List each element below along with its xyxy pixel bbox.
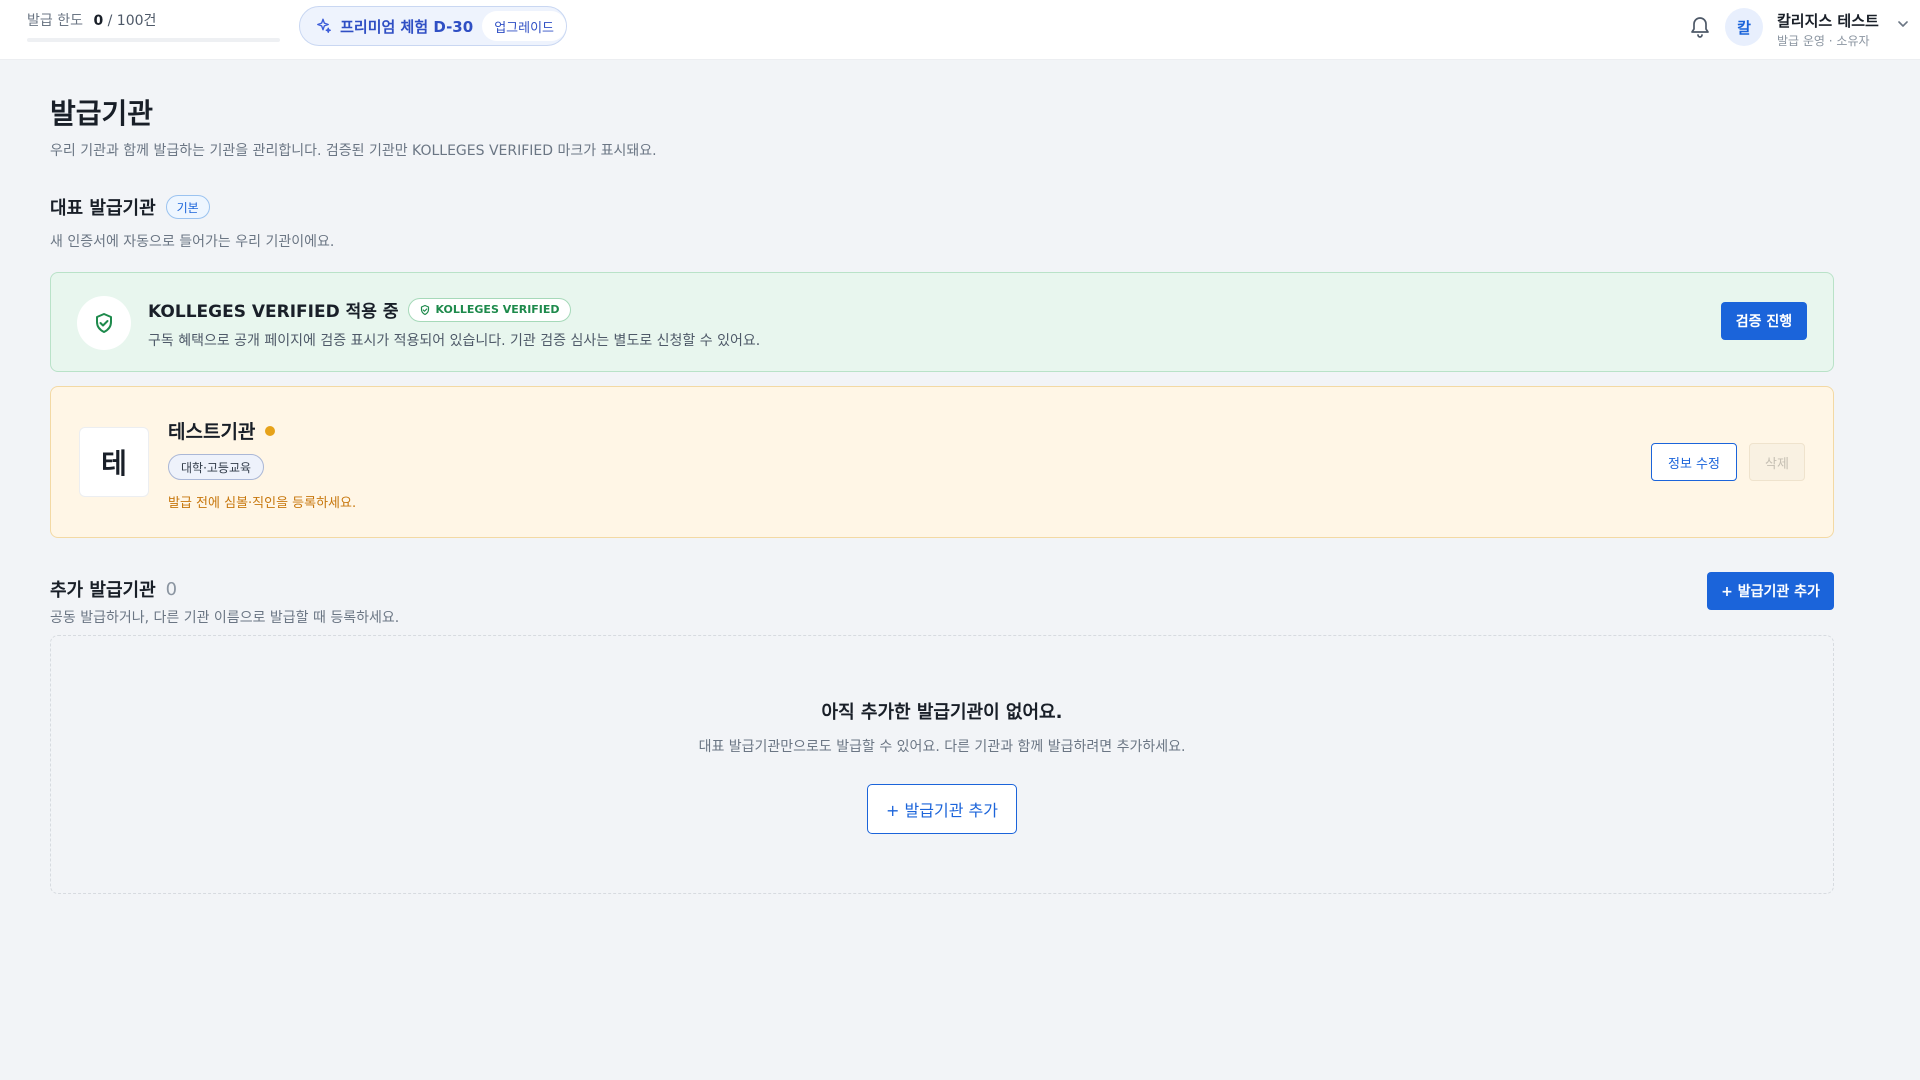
status-dot [265,425,276,436]
additional-issuers-heading: 추가 발급기관 0 [50,576,177,602]
verified-badge: KOLLEGES VERIFIED [408,297,571,322]
verified-description: 구독 혜택으로 공개 페이지에 검증 표시가 적용되어 있습니다. 기관 검증 … [148,333,761,349]
primary-issuer-description: 새 인증서에 자동으로 들어가는 우리 기관이에요. [50,234,335,250]
bell-icon[interactable] [1688,13,1712,39]
primary-issuer-heading: 대표 발급기관 기본 [50,194,210,220]
empty-state: 아직 추가한 발급기관이 없어요. 대표 발급기관만으로도 발급할 수 있어요.… [50,635,1834,894]
shield-check-icon [77,296,131,350]
organization-name: 테스트기관 [168,421,256,443]
delete-button: 삭제 [1749,443,1805,481]
sparkle-icon [314,16,332,36]
start-verification-button[interactable]: 검증 진행 [1721,302,1807,340]
organization-logo: 테 [79,427,149,497]
primary-issuer-title: 대표 발급기관 [50,198,156,219]
add-issuer-button[interactable]: + 발급기관 추가 [1707,572,1834,610]
verified-title: KOLLEGES VERIFIED 적용 중 [148,302,399,322]
additional-issuers-description: 공동 발급하거나, 다른 기관 이름으로 발급할 때 등록하세요. [50,610,400,626]
chevron-down-icon[interactable] [1896,16,1910,30]
quota-text: 발급 한도 0 / 100건 [27,10,280,30]
empty-state-title: 아직 추가한 발급기관이 없어요. [821,702,1063,723]
additional-issuers-title: 추가 발급기관 [50,580,156,601]
page-title: 발급기관 [50,97,154,130]
quota-progress-bar [27,38,280,42]
trial-text: 프리미엄 체험 D-30 [340,17,474,36]
edit-info-button[interactable]: 정보 수정 [1651,443,1737,481]
verified-status-card: KOLLEGES VERIFIED 적용 중 KOLLEGES VERIFIED… [50,272,1834,372]
quota-total: / 100건 [107,13,157,29]
verified-badge-label: KOLLEGES VERIFIED [435,303,560,316]
seal-warning-text: 발급 전에 심볼·직인을 등록하세요. [168,496,357,511]
quota-count: 0 [93,13,104,29]
issuance-quota: 발급 한도 0 / 100건 [27,10,280,42]
top-bar: 발급 한도 0 / 100건 프리미엄 체험 D-30 업그레이드 칼 칼리지스… [0,0,1920,60]
organization-category-badge: 대학·고등교육 [168,454,265,480]
premium-trial-pill[interactable]: 프리미엄 체험 D-30 업그레이드 [299,6,567,46]
empty-state-description: 대표 발급기관만으로도 발급할 수 있어요. 다른 기관과 함께 발급하려면 추… [698,739,1186,755]
primary-organization-card: 테 테스트기관 대학·고등교육 발급 전에 심볼·직인을 등록하세요. 정보 수… [50,386,1834,538]
user-menu[interactable]: 칼리지스 테스트 발급 운영 · 소유자 [1777,10,1879,49]
verified-title-row: KOLLEGES VERIFIED 적용 중 KOLLEGES VERIFIED [148,297,571,322]
user-name: 칼리지스 테스트 [1777,12,1879,30]
quota-label: 발급 한도 [27,13,83,29]
upgrade-button[interactable]: 업그레이드 [482,11,566,41]
organization-name-row: 테스트기관 [168,417,276,444]
additional-issuers-count: 0 [165,578,178,600]
shield-small-icon [421,304,430,315]
default-badge: 기본 [165,195,210,219]
avatar[interactable]: 칼 [1725,8,1763,46]
user-role: 발급 운영 · 소유자 [1777,34,1870,48]
empty-add-issuer-button[interactable]: + 발급기관 추가 [867,784,1017,834]
page-description: 우리 기관과 함께 발급하는 기관을 관리합니다. 검증된 기관만 KOLLEG… [50,143,657,159]
